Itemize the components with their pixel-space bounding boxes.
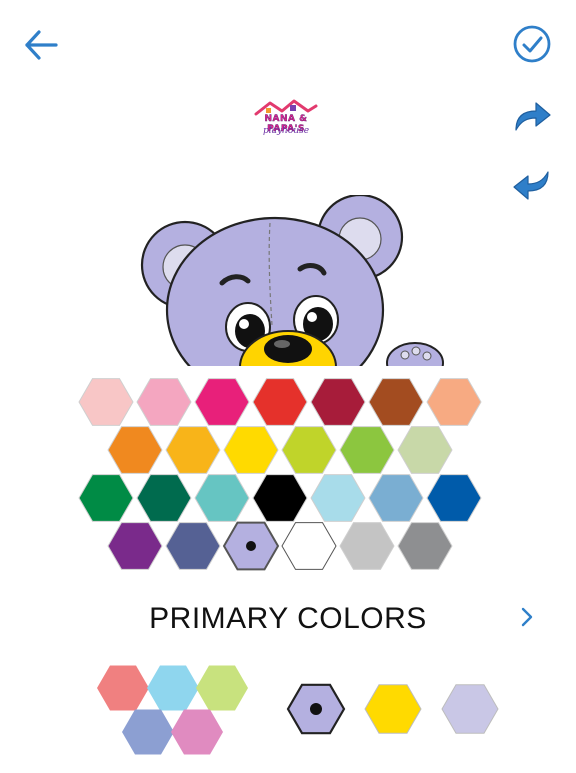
bottom-swatches [97,665,499,755]
palette-hex-grid [70,366,490,582]
selected-indicator-dot [310,703,322,715]
recent-color-swatch[interactable] [441,684,499,734]
selected-indicator-dot [246,541,256,551]
mixer-swatch[interactable] [171,709,223,755]
chevron-right-icon [521,607,533,627]
bottom-color-tray [0,650,576,768]
color-palette [0,0,576,600]
mixer-swatch[interactable] [196,665,248,711]
mixer-swatch[interactable] [147,665,199,711]
recent-color-swatch[interactable] [364,684,422,734]
next-palette-button[interactable] [514,604,540,630]
palette-title: PRIMARY COLORS [149,602,427,635]
mixer-swatch[interactable] [97,665,149,711]
current-color-swatch[interactable] [286,683,346,735]
mixer-swatch[interactable] [122,709,174,755]
